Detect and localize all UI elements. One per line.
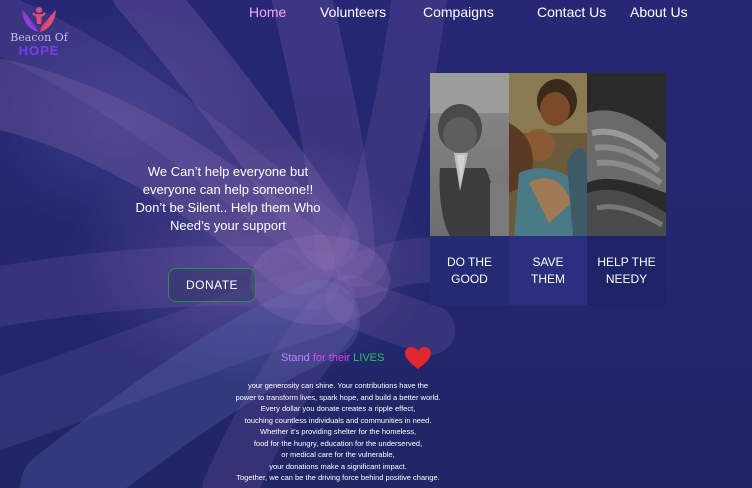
- heart-icon: [405, 347, 431, 369]
- nav-about-link[interactable]: About Us: [630, 4, 688, 20]
- tagline-line: everyone can help someone!!: [142, 182, 314, 197]
- message-line: Every dollar you donate creates a ripple…: [260, 404, 416, 413]
- tagline-line: We Can’t help everyone but: [147, 164, 309, 179]
- message-line: or medical care for the vulnerable,: [281, 450, 395, 459]
- tagline-line: Need’s your support: [169, 218, 287, 233]
- donate-button[interactable]: DONATE: [168, 268, 256, 302]
- praying-child-photo: [430, 73, 509, 236]
- for-their-words: for their: [312, 352, 351, 364]
- caption-line: HELP THE: [597, 254, 656, 269]
- message-line: your generosity can shine. Your contribu…: [247, 381, 429, 390]
- logo-text-hope: HOPE: [18, 43, 60, 58]
- elderly-hands-photo: [587, 73, 666, 236]
- children-embrace-photo: [509, 73, 587, 236]
- lives-word: LIVES: [353, 352, 385, 364]
- caption-save-them: SAVE THEM: [509, 236, 587, 305]
- caption-line: NEEDY: [605, 271, 648, 286]
- stand-for-lives-heading: Stand for their LIVES: [281, 352, 384, 364]
- caption-help-the-needy: HELP THE NEEDY: [587, 236, 666, 305]
- message-line: Whether it's providing shelter for the h…: [259, 427, 417, 436]
- message-line: food for the hungry, education for the u…: [253, 438, 423, 448]
- message-line: touching countless individuals and commu…: [244, 415, 432, 425]
- nav-contact-link[interactable]: Contact Us: [537, 4, 606, 20]
- nav-volunteers-link[interactable]: Volunteers: [320, 4, 386, 20]
- message-line: your donations make a significant impact…: [269, 461, 407, 471]
- nav-compaigns-link[interactable]: Compaigns: [423, 4, 494, 20]
- message-line: Together, we can be the driving force be…: [236, 473, 440, 482]
- message-line: power to transform lives, spark hope, an…: [235, 392, 441, 402]
- cause-collage: DO THE GOOD SAVE THEM HELP THE NEEDY: [430, 73, 666, 305]
- nav-home-link[interactable]: Home: [249, 4, 286, 20]
- caption-line: GOOD: [451, 271, 488, 286]
- donation-message: your generosity can shine. Your contribu…: [200, 380, 476, 484]
- caption-line: THEM: [531, 271, 565, 286]
- stand-word: Stand: [281, 352, 310, 364]
- hero-tagline: We Can’t help everyone but everyone can …: [110, 163, 346, 235]
- caption-do-the-good: DO THE GOOD: [430, 236, 509, 305]
- caption-line: SAVE: [532, 254, 564, 269]
- tagline-line: Don’t be Silent.. Help them Who: [135, 200, 321, 215]
- caption-line: DO THE: [446, 254, 493, 269]
- top-navigation: Home Volunteers Compaigns Contact Us Abo…: [0, 4, 752, 24]
